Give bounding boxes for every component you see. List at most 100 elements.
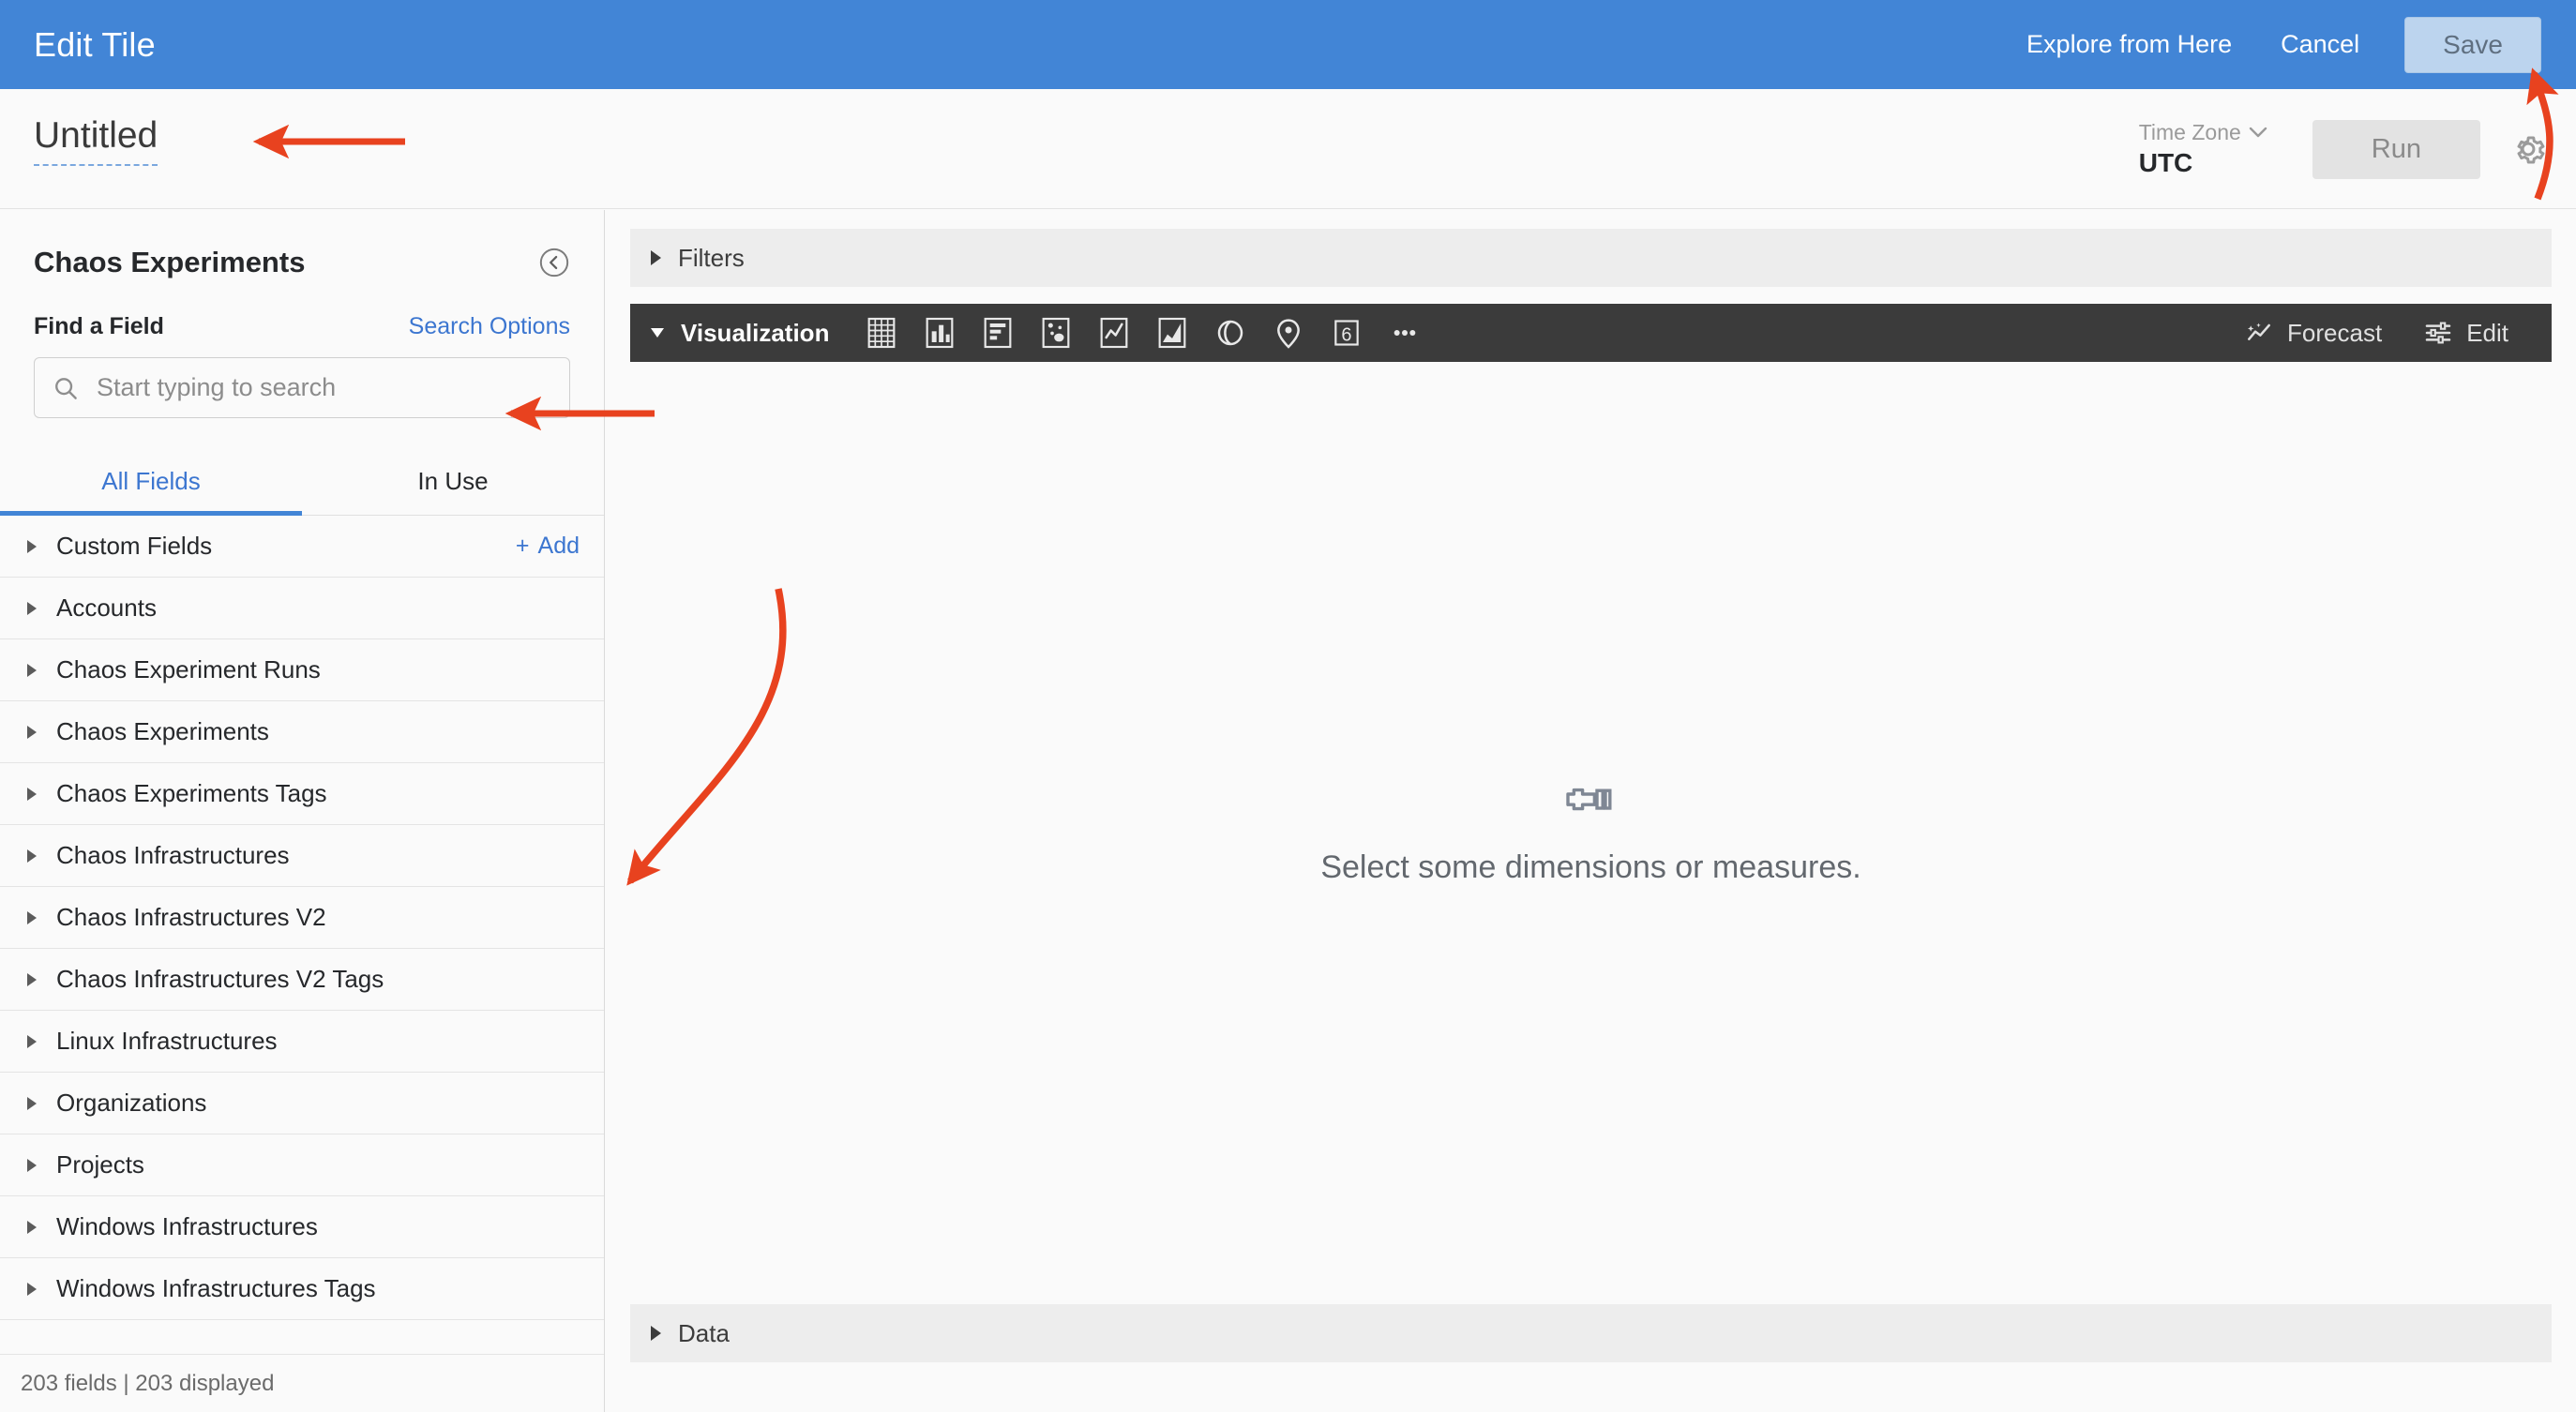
field-search-box[interactable] [34,357,570,418]
explore-name: Chaos Experiments [34,246,306,278]
visualization-type-picker: 6 [857,311,1429,354]
field-group-row[interactable]: Organizations [0,1073,604,1134]
field-group-label: Accounts [56,593,157,622]
gear-icon-svg [2517,136,2545,164]
search-input[interactable] [95,372,552,403]
more-options-icon[interactable] [1380,311,1429,354]
field-group-label: Chaos Experiments [56,717,269,745]
search-options-link[interactable]: Search Options [409,313,570,340]
gear-icon[interactable] [2508,129,2548,169]
single-value-icon[interactable]: 6 [1322,311,1371,354]
chevron-right-icon [21,663,43,677]
chevron-right-icon [21,972,43,986]
data-section-header[interactable]: Data [630,1304,2552,1362]
chevron-right-icon [21,849,43,863]
field-group-row[interactable]: Chaos Experiments Tags [0,763,604,825]
filters-label: Filters [678,243,745,272]
chevron-right-glyph [27,663,37,677]
search-icon [55,377,77,399]
field-group-row[interactable]: Chaos Infrastructures V2 Tags [0,949,604,1011]
visualization-actions: Forecast Edit [2223,310,2529,355]
header-actions: Explore from Here Cancel Save [2002,16,2541,73]
chevron-right-icon [21,1282,43,1296]
field-group-label: Chaos Experiments Tags [56,779,327,807]
chevron-right-icon [21,539,43,553]
find-a-field-label: Find a Field [34,313,164,339]
cancel-button[interactable]: Cancel [2256,21,2384,68]
line-chart-icon[interactable] [1090,311,1138,354]
visualization-canvas: Select some dimensions or measures. [630,362,2552,1304]
field-group-label: Chaos Infrastructures [56,841,290,869]
field-group-row[interactable]: Accounts [0,578,604,639]
find-a-field-row: Find a Field Search Options [0,279,604,340]
field-group-row[interactable]: Chaos Experiment Runs [0,639,604,701]
field-group-label: Chaos Infrastructures V2 [56,903,326,931]
chevron-right-glyph [27,787,37,801]
table-chart-icon[interactable] [857,311,906,354]
visualization-label: Visualization [681,318,830,347]
chevron-right-icon [21,1158,43,1172]
chevron-right-glyph [27,1282,37,1296]
sidebar-header: Chaos Experiments [0,210,604,279]
field-browser-sidebar: Chaos Experiments Find a Field Search Op… [0,210,605,1412]
edit-tile-page: Edit Tile Explore from Here Cancel Save … [0,0,2576,1412]
chevron-right-glyph [27,539,37,553]
chevron-right-icon [21,787,43,801]
tab-all-fields[interactable]: All Fields [0,448,302,516]
chevron-down-icon[interactable] [651,328,664,338]
area-chart-icon-svg [1159,317,1186,349]
field-group-row[interactable]: Windows Infrastructures Tags [0,1258,604,1320]
timezone-value: UTC [2138,148,2193,177]
chevron-right-glyph [27,1034,37,1048]
field-group-label: Chaos Infrastructures V2 Tags [56,965,384,993]
field-group-label: Windows Infrastructures [56,1212,318,1240]
field-tabs: All Fields In Use [0,448,604,516]
area-chart-icon[interactable] [1148,311,1197,354]
chevron-right-glyph [27,910,37,924]
chevron-left-circle-icon-svg [539,248,569,278]
chevron-right-icon [21,910,43,924]
tile-title-input[interactable]: Untitled [34,115,158,166]
field-group-row[interactable]: Chaos Experiments [0,701,604,763]
scatter-chart-icon-svg [1043,317,1070,349]
forecast-icon [2248,323,2270,340]
add-custom-field-button[interactable]: + Add [516,533,580,560]
tab-in-use[interactable]: In Use [302,448,604,515]
field-group-row[interactable]: Linux Infrastructures [0,1011,604,1073]
scatter-chart-icon[interactable] [1032,311,1080,354]
empty-state-message: Select some dimensions or measures. [1320,849,1861,885]
field-group-label: Chaos Experiment Runs [56,655,321,683]
filters-section-header[interactable]: Filters [630,229,2552,287]
map-pin-icon-svg [1277,319,1301,349]
edit-visualization-button[interactable]: Edit [2403,310,2529,355]
forecast-button[interactable]: Forecast [2223,310,2403,355]
field-group-row[interactable]: Chaos Infrastructures [0,825,604,887]
visualization-section-header: Visualization 6 Forecast Edit [630,304,2552,362]
top-header-bar: Edit Tile Explore from Here Cancel Save [0,0,2576,89]
explore-from-here-button[interactable]: Explore from Here [2002,21,2256,68]
field-group-row[interactable]: Chaos Infrastructures V2 [0,887,604,949]
field-group-row[interactable]: Projects [0,1134,604,1196]
bar-chart-icon[interactable] [973,311,1022,354]
forecast-label: Forecast [2287,318,2383,347]
run-button[interactable]: Run [2312,119,2480,179]
field-group-row[interactable]: Windows Infrastructures [0,1196,604,1258]
chevron-right-glyph [27,1096,37,1110]
chevron-right-icon [21,1220,43,1234]
flashlight-icon [1565,788,1612,811]
sub-header-actions: Time Zone UTC Run [2139,89,2548,209]
timezone-selector[interactable]: Time Zone UTC [2139,120,2267,178]
chevron-left-circle-icon[interactable] [538,247,570,278]
settings-sliders-icon [2425,322,2451,344]
map-pin-icon[interactable] [1264,311,1313,354]
pie-chart-icon[interactable] [1206,311,1255,354]
column-chart-icon[interactable] [915,311,964,354]
add-label: Add [537,533,580,559]
field-group-label: Custom Fields [56,532,213,560]
save-button[interactable]: Save [2404,16,2541,73]
field-group-row[interactable]: Custom Fields + Add [0,516,604,578]
field-group-list: Custom Fields + Add Accounts Chaos Experimen… [0,516,604,1354]
chevron-right-icon [651,1326,661,1341]
timezone-label-row: Time Zone [2139,120,2267,145]
chevron-right-glyph [27,849,37,863]
